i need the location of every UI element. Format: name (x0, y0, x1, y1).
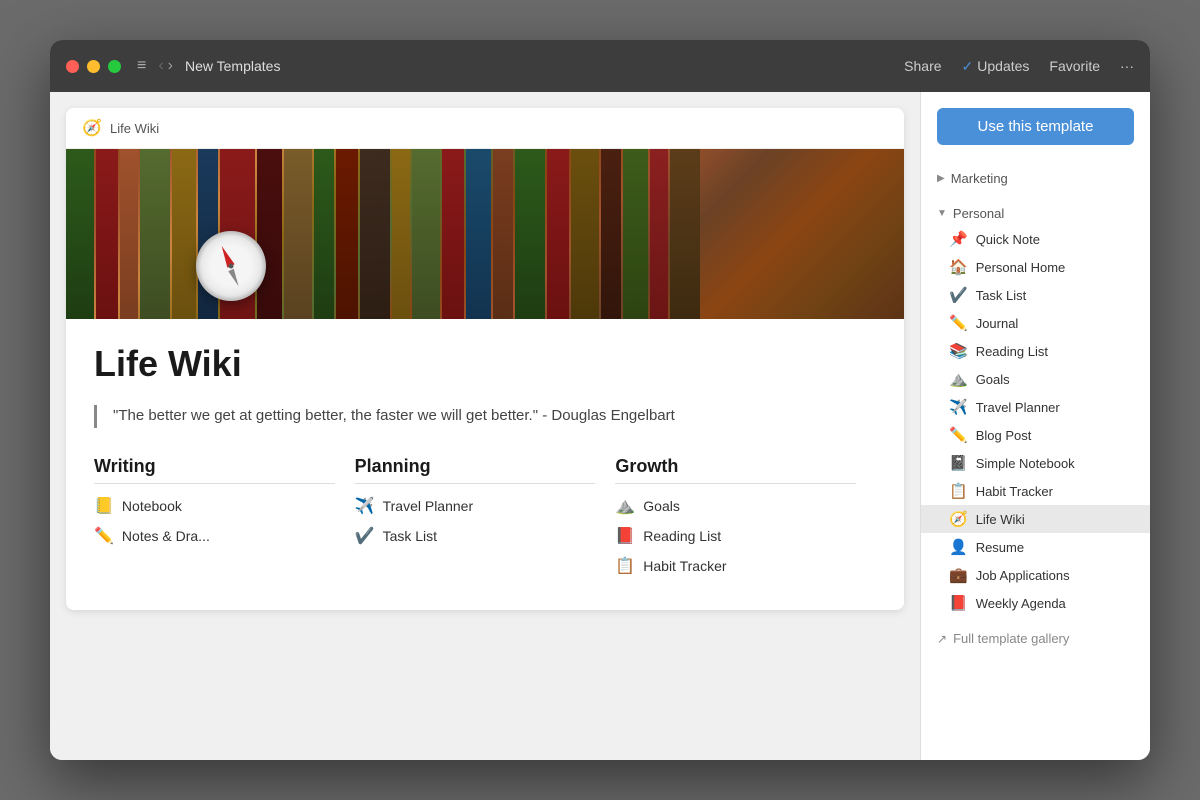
sidebar-item-job-applications[interactable]: 💼 Job Applications (921, 561, 1150, 589)
page-title: Life Wiki (94, 343, 876, 385)
simple-notebook-icon: 📓 (949, 454, 968, 472)
weekly-agenda-icon: 📕 (949, 594, 968, 612)
titlebar: ≡ ‹ › New Templates Share ✓ Updates Favo… (50, 40, 1150, 92)
sidebar-item-quick-note[interactable]: 📌 Quick Note (921, 225, 1150, 253)
planning-column-title: Planning (355, 456, 596, 484)
full-template-gallery-link[interactable]: ↗ Full template gallery (921, 623, 1150, 654)
sidebar-item-simple-notebook[interactable]: 📓 Simple Notebook (921, 449, 1150, 477)
external-link-icon: ↗ (937, 632, 947, 646)
preview-body: Life Wiki "The better we get at getting … (66, 319, 904, 610)
sidebar: Use this template ▶ Marketing ▼ Personal… (920, 92, 1150, 760)
travel-icon: ✈️ (355, 496, 375, 516)
maximize-button[interactable] (108, 60, 121, 73)
tasklist-icon: ✔️ (355, 526, 375, 546)
quick-note-icon: 📌 (949, 230, 968, 248)
writing-column-title: Writing (94, 456, 335, 484)
notebook-icon: 📒 (94, 496, 114, 516)
task-list-icon: ✔️ (949, 286, 968, 304)
sidebar-item-blog-post[interactable]: ✏️ Blog Post (921, 421, 1150, 449)
personal-home-icon: 🏠 (949, 258, 968, 276)
sidebar-item-habit-tracker[interactable]: 📋 Habit Tracker (921, 477, 1150, 505)
list-item[interactable]: ⛰️ Goals (615, 496, 856, 516)
checkmark-icon: ✓ (962, 58, 974, 75)
sidebar-item-life-wiki[interactable]: 🧭 Life Wiki (921, 505, 1150, 533)
traffic-lights (66, 60, 121, 73)
share-button[interactable]: Share (904, 58, 941, 74)
list-item[interactable]: ✔️ Task List (355, 526, 596, 546)
forward-arrow-icon[interactable]: › (168, 57, 173, 75)
preview-header-title: Life Wiki (110, 121, 159, 136)
nav-arrows: ‹ › (158, 57, 173, 75)
compass (196, 231, 266, 301)
readinglist-icon: 📕 (615, 526, 635, 546)
journal-icon: ✏️ (949, 314, 968, 332)
goals-icon: ⛰️ (615, 496, 635, 516)
columns-section: Writing 📒 Notebook ✏️ Notes & Dra... (94, 456, 876, 586)
job-applications-icon: 💼 (949, 566, 968, 584)
main-area: 🧭 Life Wiki (50, 92, 1150, 760)
content-panel: 🧭 Life Wiki (50, 92, 920, 760)
sidebar-item-resume[interactable]: 👤 Resume (921, 533, 1150, 561)
travel-planner-icon: ✈️ (949, 398, 968, 416)
preview-header: 🧭 Life Wiki (66, 108, 904, 149)
close-button[interactable] (66, 60, 79, 73)
growth-column: Growth ⛰️ Goals 📕 Reading List 📋 (615, 456, 876, 586)
marketing-section-header[interactable]: ▶ Marketing (921, 167, 1150, 190)
favorite-button[interactable]: Favorite (1049, 58, 1100, 74)
planning-column: Planning ✈️ Travel Planner ✔️ Task List (355, 456, 616, 586)
list-item[interactable]: 📋 Habit Tracker (615, 556, 856, 576)
list-item[interactable]: 📕 Reading List (615, 526, 856, 546)
back-arrow-icon[interactable]: ‹ (158, 57, 163, 75)
writing-column: Writing 📒 Notebook ✏️ Notes & Dra... (94, 456, 355, 586)
template-preview: 🧭 Life Wiki (66, 108, 904, 610)
more-button[interactable]: ··· (1120, 58, 1134, 74)
minimize-button[interactable] (87, 60, 100, 73)
hero-image (66, 149, 904, 319)
hamburger-icon[interactable]: ≡ (137, 57, 146, 75)
use-template-button[interactable]: Use this template (937, 108, 1134, 145)
goals-sidebar-icon: ⛰️ (949, 370, 968, 388)
sidebar-item-weekly-agenda[interactable]: 📕 Weekly Agenda (921, 589, 1150, 617)
blog-post-icon: ✏️ (949, 426, 968, 444)
sidebar-item-task-list[interactable]: ✔️ Task List (921, 281, 1150, 309)
personal-arrow-icon: ▼ (937, 208, 947, 219)
list-item[interactable]: ✈️ Travel Planner (355, 496, 596, 516)
sidebar-section-personal: ▼ Personal 📌 Quick Note 🏠 Personal Home … (921, 196, 1150, 623)
life-wiki-icon: 🧭 (949, 510, 968, 528)
reading-list-icon: 📚 (949, 342, 968, 360)
sidebar-item-journal[interactable]: ✏️ Journal (921, 309, 1150, 337)
list-item[interactable]: ✏️ Notes & Dra... (94, 526, 335, 546)
list-item[interactable]: 📒 Notebook (94, 496, 335, 516)
updates-button[interactable]: ✓ Updates (962, 58, 1030, 75)
habittracker-icon: 📋 (615, 556, 635, 576)
notes-icon: ✏️ (94, 526, 114, 546)
window-title: New Templates (185, 58, 904, 74)
resume-icon: 👤 (949, 538, 968, 556)
quote-block: "The better we get at getting better, th… (94, 405, 876, 428)
personal-section-header[interactable]: ▼ Personal (921, 202, 1150, 225)
app-window: ≡ ‹ › New Templates Share ✓ Updates Favo… (50, 40, 1150, 760)
habit-tracker-icon: 📋 (949, 482, 968, 500)
marketing-arrow-icon: ▶ (937, 173, 945, 184)
sidebar-item-travel-planner[interactable]: ✈️ Travel Planner (921, 393, 1150, 421)
preview-icon: 🧭 (82, 118, 102, 138)
sidebar-section-marketing: ▶ Marketing (921, 161, 1150, 196)
sidebar-item-reading-list[interactable]: 📚 Reading List (921, 337, 1150, 365)
sidebar-item-goals[interactable]: ⛰️ Goals (921, 365, 1150, 393)
growth-column-title: Growth (615, 456, 856, 484)
titlebar-actions: Share ✓ Updates Favorite ··· (904, 58, 1134, 75)
sidebar-item-personal-home[interactable]: 🏠 Personal Home (921, 253, 1150, 281)
